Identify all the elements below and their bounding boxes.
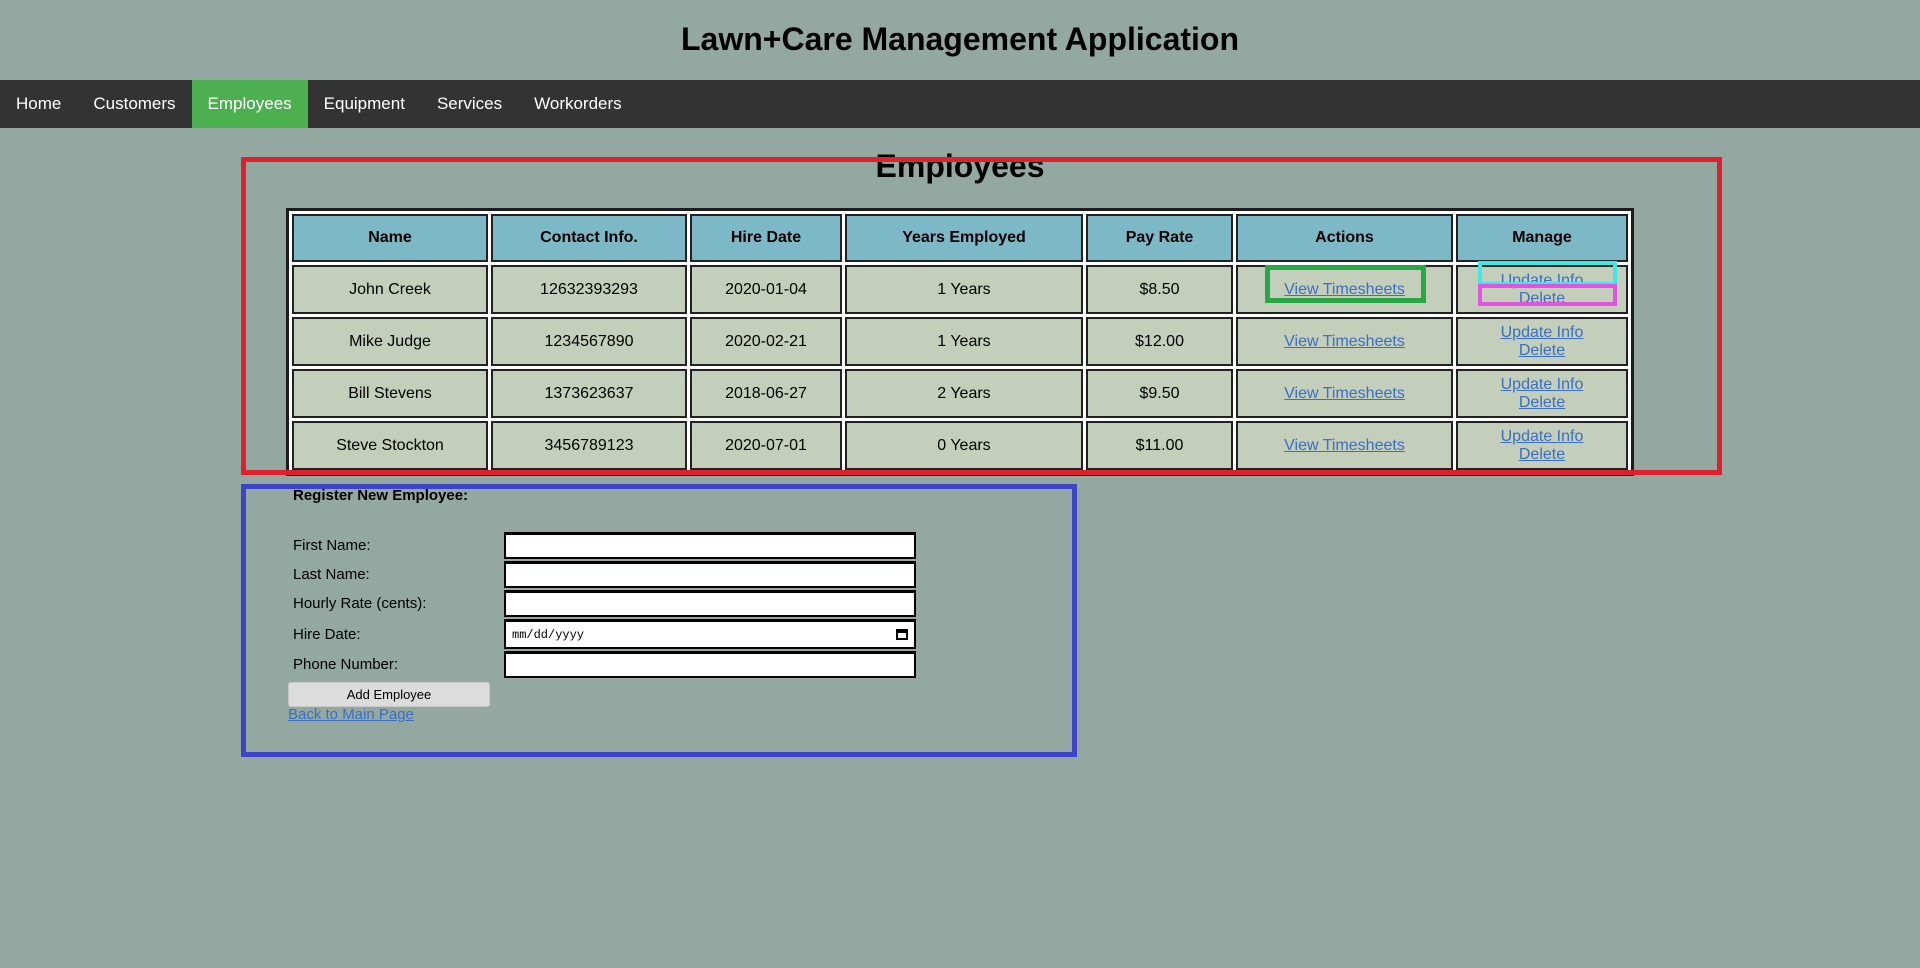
header-actions: Actions: [1236, 214, 1453, 262]
view-timesheets-link[interactable]: View Timesheets: [1284, 437, 1405, 454]
update-info-link[interactable]: Update Info: [1458, 272, 1626, 290]
nav-equipment[interactable]: Equipment: [308, 80, 421, 128]
cell-name: Bill Stevens: [292, 369, 488, 418]
update-info-link[interactable]: Update Info: [1458, 428, 1626, 446]
first-name-label: First Name:: [293, 537, 371, 554]
delete-link[interactable]: Delete: [1458, 394, 1626, 412]
view-timesheets-link[interactable]: View Timesheets: [1284, 385, 1405, 402]
first-name-field[interactable]: [504, 532, 916, 559]
delete-link[interactable]: Delete: [1458, 446, 1626, 464]
cell-manage: Update Info Delete: [1456, 421, 1628, 470]
cell-name: Steve Stockton: [292, 421, 488, 470]
cell-actions: View Timesheets: [1236, 265, 1453, 314]
cell-years-employed: 1 Years: [845, 317, 1083, 366]
phone-label: Phone Number:: [293, 656, 399, 673]
cell-contact: 3456789123: [491, 421, 687, 470]
update-info-link[interactable]: Update Info: [1458, 376, 1626, 394]
cell-pay-rate: $8.50: [1086, 265, 1233, 314]
hourly-rate-label: Hourly Rate (cents):: [293, 595, 427, 612]
cell-hire-date: 2020-07-01: [690, 421, 842, 470]
cell-years-employed: 0 Years: [845, 421, 1083, 470]
header-contact: Contact Info.: [491, 214, 687, 262]
header-name: Name: [292, 214, 488, 262]
hire-date-placeholder: mm/dd/yyyy: [512, 627, 585, 642]
view-timesheets-link[interactable]: View Timesheets: [1284, 281, 1405, 298]
delete-link[interactable]: Delete: [1458, 342, 1626, 360]
hire-date-label: Hire Date:: [293, 625, 361, 643]
employees-table: Name Contact Info. Hire Date Years Emplo…: [286, 208, 1634, 476]
app-title: Lawn+Care Management Application: [680, 21, 1240, 57]
cell-pay-rate: $9.50: [1086, 369, 1233, 418]
cell-actions: View Timesheets: [1236, 421, 1453, 470]
table-row: John Creek 12632393293 2020-01-04 1 Year…: [292, 265, 1628, 314]
page-heading: Employees: [875, 148, 1045, 184]
calendar-icon[interactable]: [896, 629, 908, 640]
table-row: Mike Judge 1234567890 2020-02-21 1 Years…: [292, 317, 1628, 366]
nav-customers[interactable]: Customers: [77, 80, 191, 128]
cell-name: John Creek: [292, 265, 488, 314]
cell-hire-date: 2020-01-04: [690, 265, 842, 314]
view-timesheets-link[interactable]: View Timesheets: [1284, 333, 1405, 350]
header-manage: Manage: [1456, 214, 1628, 262]
update-info-link[interactable]: Update Info: [1458, 324, 1626, 342]
first-name-row: First Name:: [293, 532, 916, 559]
cell-years-employed: 2 Years: [845, 369, 1083, 418]
back-to-main-link[interactable]: Back to Main Page: [288, 706, 414, 723]
cell-contact: 1373623637: [491, 369, 687, 418]
hourly-rate-field[interactable]: [504, 590, 916, 617]
hourly-rate-row: Hourly Rate (cents):: [293, 590, 916, 617]
cell-name: Mike Judge: [292, 317, 488, 366]
cell-actions: View Timesheets: [1236, 317, 1453, 366]
add-employee-button[interactable]: Add Employee: [288, 682, 490, 707]
delete-link[interactable]: Delete: [1458, 290, 1626, 308]
cell-hire-date: 2020-02-21: [690, 317, 842, 366]
header-years-employed: Years Employed: [845, 214, 1083, 262]
phone-row: Phone Number:: [293, 651, 916, 678]
cell-pay-rate: $11.00: [1086, 421, 1233, 470]
last-name-field[interactable]: [504, 561, 916, 588]
top-nav: Home Customers Employees Equipment Servi…: [0, 80, 1920, 128]
table-header-row: Name Contact Info. Hire Date Years Emplo…: [292, 214, 1628, 262]
hire-date-field[interactable]: mm/dd/yyyy: [504, 619, 916, 649]
cell-contact: 1234567890: [491, 317, 687, 366]
cell-pay-rate: $12.00: [1086, 317, 1233, 366]
nav-employees[interactable]: Employees: [191, 80, 308, 128]
cell-hire-date: 2018-06-27: [690, 369, 842, 418]
last-name-row: Last Name:: [293, 561, 916, 588]
phone-field[interactable]: [504, 651, 916, 678]
table-row: Steve Stockton 3456789123 2020-07-01 0 Y…: [292, 421, 1628, 470]
cell-years-employed: 1 Years: [845, 265, 1083, 314]
hire-date-row: Hire Date: mm/dd/yyyy: [293, 619, 916, 649]
cell-manage: Update Info Delete: [1456, 317, 1628, 366]
nav-home[interactable]: Home: [0, 80, 77, 128]
nav-services[interactable]: Services: [421, 80, 518, 128]
cell-manage: Update Info Delete: [1456, 265, 1628, 314]
last-name-label: Last Name:: [293, 566, 370, 583]
header-hire-date: Hire Date: [690, 214, 842, 262]
cell-actions: View Timesheets: [1236, 369, 1453, 418]
register-title: Register New Employee:: [293, 487, 469, 504]
header-pay-rate: Pay Rate: [1086, 214, 1233, 262]
nav-workorders[interactable]: Workorders: [518, 80, 638, 128]
cell-manage: Update Info Delete: [1456, 369, 1628, 418]
cell-contact: 12632393293: [491, 265, 687, 314]
table-row: Bill Stevens 1373623637 2018-06-27 2 Yea…: [292, 369, 1628, 418]
